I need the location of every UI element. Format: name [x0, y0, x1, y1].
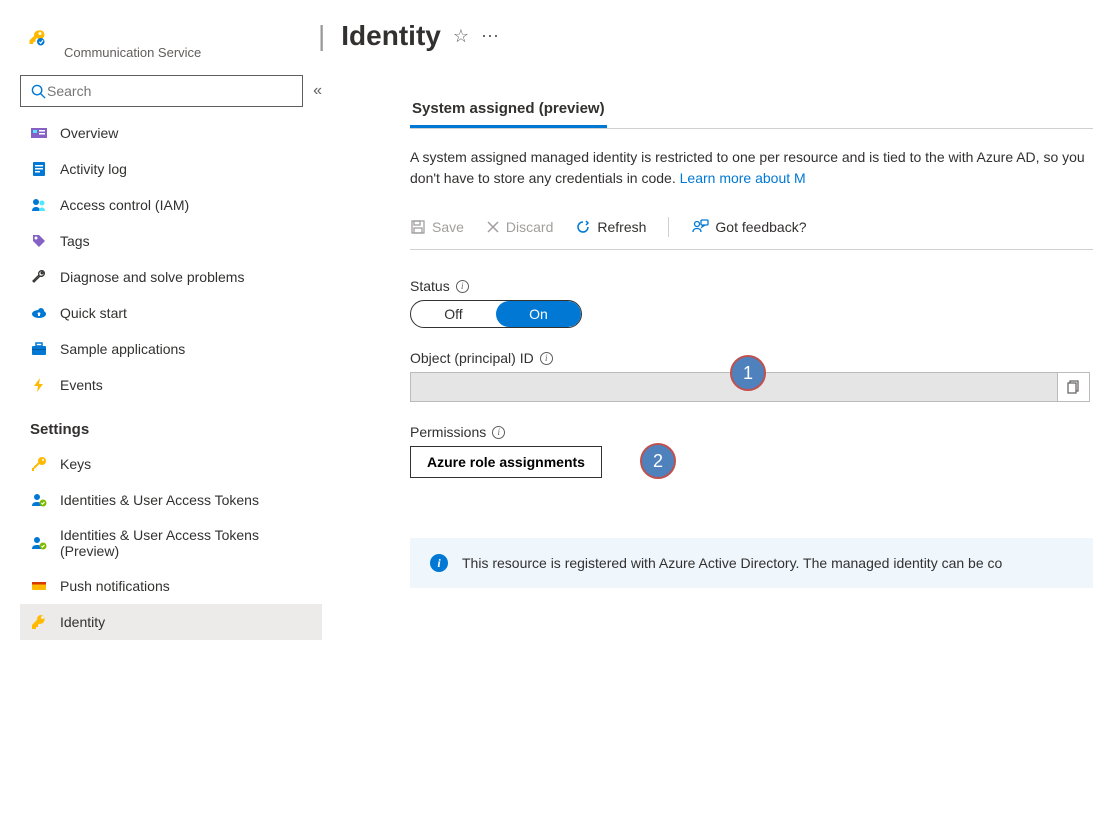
sidebar-item-label: Identity [60, 614, 105, 630]
info-banner: i This resource is registered with Azure… [410, 538, 1093, 588]
sidebar-item-activity-log[interactable]: Activity log [20, 151, 322, 187]
cloud-icon [30, 304, 48, 322]
notification-icon [30, 577, 48, 595]
description: A system assigned managed identity is re… [410, 147, 1093, 189]
sidebar-item-label: Identities & User Access Tokens (Preview… [60, 527, 312, 559]
refresh-button[interactable]: Refresh [575, 219, 646, 235]
refresh-icon [575, 219, 591, 235]
settings-section-header: Settings [20, 403, 322, 446]
sidebar-item-label: Identities & User Access Tokens [60, 492, 259, 508]
feedback-button[interactable]: Got feedback? [691, 219, 806, 235]
wrench-icon [30, 268, 48, 286]
sidebar-item-sample-apps[interactable]: Sample applications [20, 331, 322, 367]
sidebar-item-keys[interactable]: Keys [20, 446, 322, 482]
title-separator: | [318, 20, 325, 52]
sidebar-item-diagnose[interactable]: Diagnose and solve problems [20, 259, 322, 295]
header: Communication Service | Identity ☆ ⋯ [0, 0, 1093, 75]
favorite-star-icon[interactable]: ☆ [453, 26, 469, 47]
callout-1: 1 [730, 355, 766, 391]
status-label: Status i [410, 278, 1093, 294]
search-input[interactable] [47, 83, 294, 99]
copy-button[interactable] [1058, 372, 1090, 402]
callout-2: 2 [640, 443, 676, 479]
info-icon[interactable]: i [456, 280, 469, 293]
people-icon [30, 196, 48, 214]
sidebar-item-label: Overview [60, 125, 118, 141]
feedback-icon [691, 219, 709, 235]
sidebar-item-identities-tokens-preview[interactable]: Identities & User Access Tokens (Preview… [20, 518, 322, 568]
info-icon: i [430, 554, 448, 572]
permissions-label: Permissions i [410, 424, 1093, 440]
learn-more-link[interactable]: Learn more about M [680, 170, 806, 186]
object-id-row: 1 [410, 372, 1090, 402]
bolt-icon [30, 376, 48, 394]
toggle-off[interactable]: Off [411, 301, 496, 327]
key-icon [28, 29, 46, 47]
save-button: Save [410, 219, 464, 235]
discard-button: Discard [486, 219, 553, 235]
info-icon[interactable]: i [492, 426, 505, 439]
sidebar-item-identities-tokens[interactable]: Identities & User Access Tokens [20, 482, 322, 518]
sidebar-item-label: Quick start [60, 305, 127, 321]
user-token-icon [30, 534, 48, 552]
toolbar: Save Discard Refresh Got feedback? [410, 211, 1093, 250]
status-toggle[interactable]: Off On [410, 300, 582, 328]
azure-role-assignments-button[interactable]: Azure role assignments [410, 446, 602, 478]
info-icon[interactable]: i [540, 352, 553, 365]
nav-list[interactable]: Overview Activity log Access control (IA… [20, 115, 322, 814]
overview-icon [30, 124, 48, 142]
key-icon [30, 455, 48, 473]
sidebar-item-label: Events [60, 377, 103, 393]
sidebar-item-overview[interactable]: Overview [20, 115, 322, 151]
service-type: Communication Service [64, 45, 201, 60]
sidebar-item-quickstart[interactable]: Quick start [20, 295, 322, 331]
sidebar-item-events[interactable]: Events [20, 367, 322, 403]
copy-icon [1067, 380, 1081, 394]
more-menu-icon[interactable]: ⋯ [481, 26, 500, 47]
sidebar-item-label: Push notifications [60, 578, 170, 594]
toggle-on[interactable]: On [496, 301, 581, 327]
sidebar-item-tags[interactable]: Tags [20, 223, 322, 259]
search-icon [29, 82, 47, 100]
identity-icon [30, 613, 48, 631]
sidebar-item-label: Sample applications [60, 341, 185, 357]
tab-system-assigned[interactable]: System assigned (preview) [410, 100, 607, 128]
info-banner-text: This resource is registered with Azure A… [462, 555, 1002, 571]
sidebar: « Overview Activity log Access control (… [0, 75, 330, 814]
search-box[interactable] [20, 75, 303, 107]
tab-row: System assigned (preview) [410, 100, 1093, 129]
briefcase-icon [30, 340, 48, 358]
main-content: System assigned (preview) A system assig… [330, 75, 1093, 814]
sidebar-item-label: Keys [60, 456, 91, 472]
sidebar-item-identity[interactable]: Identity [20, 604, 322, 640]
log-icon [30, 160, 48, 178]
sidebar-item-label: Access control (IAM) [60, 197, 189, 213]
sidebar-item-label: Tags [60, 233, 90, 249]
discard-icon [486, 220, 500, 234]
collapse-sidebar-icon[interactable]: « [313, 82, 322, 100]
sidebar-item-label: Diagnose and solve problems [60, 269, 244, 285]
sidebar-item-push-notifications[interactable]: Push notifications [20, 568, 322, 604]
toolbar-separator [668, 217, 669, 237]
save-icon [410, 219, 426, 235]
sidebar-item-access-control[interactable]: Access control (IAM) [20, 187, 322, 223]
sidebar-item-label: Activity log [60, 161, 127, 177]
page-title: Identity [341, 20, 441, 52]
tag-icon [30, 232, 48, 250]
user-token-icon [30, 491, 48, 509]
